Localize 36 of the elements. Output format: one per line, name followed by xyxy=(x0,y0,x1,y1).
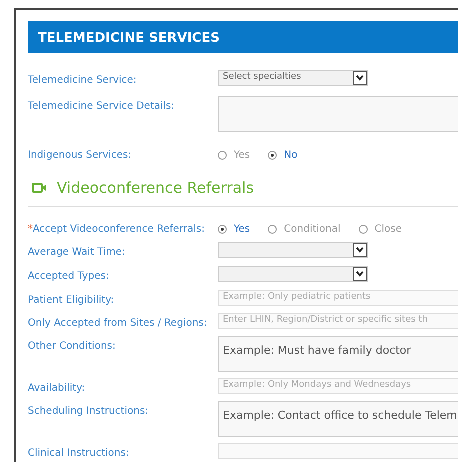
radio-label: No xyxy=(284,149,298,163)
field-label: Clinical Instructions: xyxy=(28,446,130,460)
text-area[interactable]: Example: Contact office to schedule Telem xyxy=(218,400,458,436)
required-mark: * xyxy=(28,224,33,234)
text-area[interactable]: Example: Must have family doctor xyxy=(218,336,458,372)
input-field[interactable] xyxy=(218,442,458,458)
dropdown-icon xyxy=(356,270,364,276)
radio-label: Close xyxy=(374,222,402,236)
field-label: Indigenous Services: xyxy=(28,149,133,163)
dropdown-icon xyxy=(356,246,364,252)
radio-button[interactable] xyxy=(268,224,278,234)
radio-button[interactable] xyxy=(218,224,227,234)
field-label: Accepted Types: xyxy=(28,270,110,284)
video-camera-icon xyxy=(32,183,47,194)
field-label: Availability: xyxy=(28,382,86,396)
field-label: Patient Eligibility: xyxy=(28,294,116,308)
field-label: Accept Videoconference Referrals: xyxy=(33,224,205,234)
radio-label: Conditional xyxy=(284,222,341,236)
field-label: Telemedicine Service Details: xyxy=(28,100,176,114)
dropdown-icon xyxy=(356,75,364,81)
select-field[interactable] xyxy=(218,266,368,282)
select-field[interactable] xyxy=(218,242,368,258)
select-field[interactable]: Select specialties xyxy=(218,70,368,86)
radio-button[interactable] xyxy=(268,151,278,160)
radio-button[interactable] xyxy=(358,224,368,234)
radio-button[interactable] xyxy=(218,151,227,160)
radio-label: Yes xyxy=(234,222,250,236)
field-label: Only Accepted from Sites / Regions: xyxy=(28,316,208,330)
radio-label: Yes xyxy=(234,149,250,163)
text-area[interactable] xyxy=(218,96,458,132)
field-label: Scheduling Instructions: xyxy=(28,404,150,418)
section-header: TELEMEDICINE SERVICES xyxy=(28,21,458,53)
field-label: Average Wait Time: xyxy=(28,246,126,260)
field-label: Other Conditions: xyxy=(28,340,117,354)
field-label: Telemedicine Service: xyxy=(28,74,138,88)
subsection-title: Videoconference Referrals xyxy=(57,178,254,199)
